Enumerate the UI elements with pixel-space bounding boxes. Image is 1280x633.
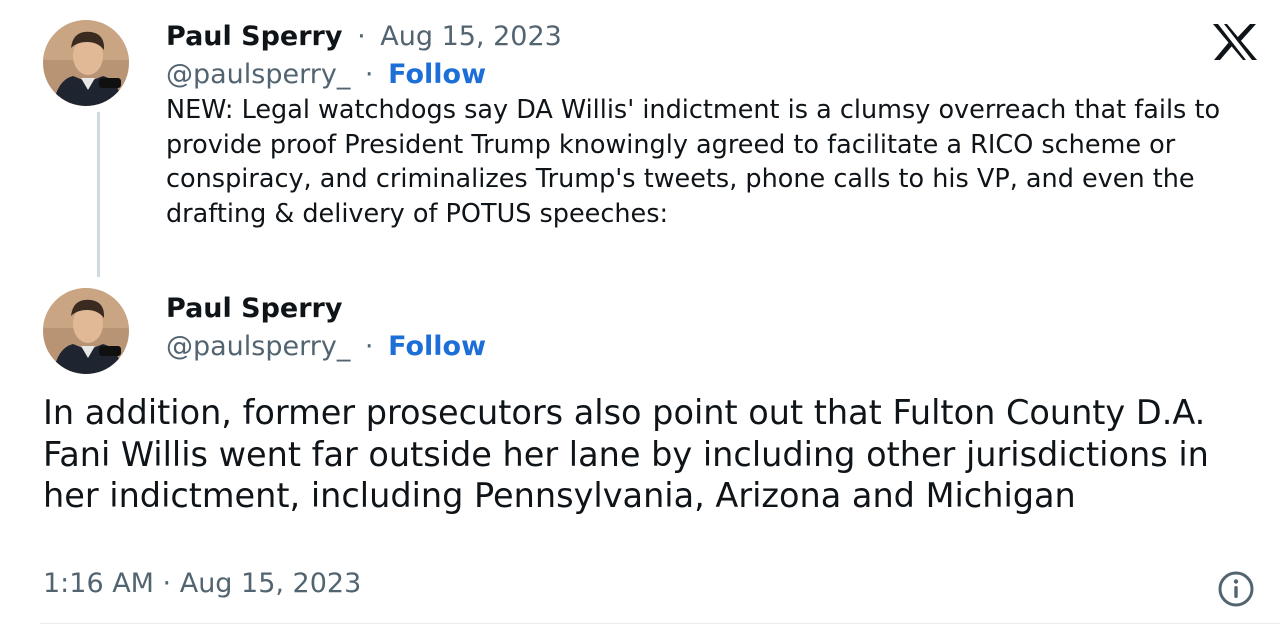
tweet-timestamp[interactable]: 1:16 AM · Aug 15, 2023 — [43, 568, 361, 599]
main-tweet-text: NEW: Legal watchdogs say DA Willis' indi… — [166, 95, 1221, 229]
author-name[interactable]: Paul Sperry — [166, 21, 342, 52]
avatar-image — [43, 20, 129, 106]
separator: · — [357, 21, 366, 52]
main-tweet-header: Paul Sperry · Aug 15, 2023 — [166, 21, 562, 52]
author-handle[interactable]: @paulsperry_ — [166, 331, 350, 362]
tweet-date[interactable]: Aug 15, 2023 — [380, 21, 562, 52]
main-tweet-handle-row: @paulsperry_ · Follow — [166, 59, 486, 90]
avatar[interactable] — [43, 288, 129, 374]
follow-button[interactable]: Follow — [388, 59, 486, 90]
reply-tweet-text: In addition, former prosecutors also poi… — [43, 393, 1209, 515]
tweet-embed-card: Paul Sperry · Aug 15, 2023 @paulsperry_ … — [0, 0, 1280, 633]
follow-button[interactable]: Follow — [388, 331, 486, 362]
divider — [40, 623, 1280, 624]
reply-tweet-handle-row: @paulsperry_ · Follow — [166, 331, 486, 362]
separator: · — [364, 331, 374, 362]
info-icon[interactable] — [1217, 570, 1255, 612]
x-logo-icon[interactable] — [1210, 22, 1260, 66]
reply-tweet-header: Paul Sperry — [166, 293, 342, 324]
avatar-image — [43, 288, 129, 374]
avatar[interactable] — [43, 20, 129, 106]
separator: · — [364, 59, 374, 90]
author-name[interactable]: Paul Sperry — [166, 293, 342, 324]
thread-connector-line — [97, 112, 100, 277]
author-handle[interactable]: @paulsperry_ — [166, 59, 350, 90]
